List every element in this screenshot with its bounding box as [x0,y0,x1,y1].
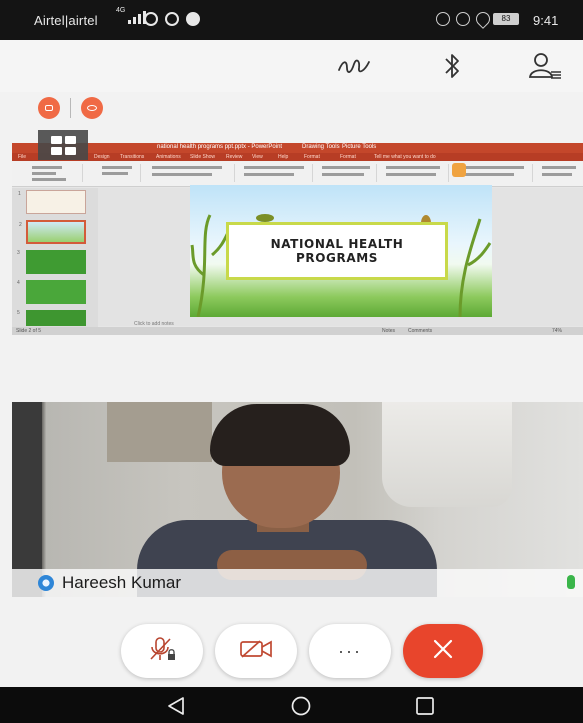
meeting-toolbar [0,40,583,92]
slide-thumbnails[interactable]: 1 2 3 4 5 [12,188,98,328]
nfc-icon [436,12,450,26]
ppt-status-bar: Slide 2 of 5 Notes Comments 74% [12,327,583,335]
annotate-icon[interactable] [336,50,372,82]
video-button[interactable] [215,624,297,678]
stop-share-icon[interactable] [38,97,60,119]
shared-screen[interactable]: national health programs ppt.pptx - Powe… [12,143,583,335]
back-icon[interactable] [165,696,187,721]
layout-grid-icon[interactable] [38,130,88,160]
presence-icon [38,575,54,591]
clock: 9:41 [533,13,559,28]
video-background [107,402,212,462]
chat-icon [186,12,200,26]
slide-title-banner: NATIONAL HEALTH PROGRAMS [226,222,448,280]
app-frame: Airtel|airtel 4G 83 9:41 national health… [0,0,583,723]
participants-icon[interactable] [526,50,562,82]
mute-mic-icon [147,636,177,667]
battery-indicator: 83 [493,13,519,25]
share-divider [70,98,71,118]
mic-active-icon [567,575,575,589]
more-icon: ··· [338,641,362,661]
slide-title: NATIONAL HEALTH PROGRAMS [270,237,404,265]
current-slide: NATIONAL HEALTH PROGRAMS [190,185,492,317]
ppt-ribbon [12,161,583,187]
location-icon [473,9,493,29]
end-call-icon [430,636,456,667]
call-controls: ··· [0,615,583,687]
video-background [382,402,512,507]
video-background [12,402,42,597]
pause-share-icon[interactable] [81,97,103,119]
system-nav-bar [0,687,583,723]
slide-canvas: NATIONAL HEALTH PROGRAMS [98,185,583,326]
video-camera-icon [239,638,273,665]
more-options-button[interactable]: ··· [309,624,391,678]
mute-button[interactable] [121,624,203,678]
participant-video[interactable] [12,402,583,597]
opera-icon [144,12,158,26]
end-call-button[interactable] [403,624,483,678]
slide-thumbnail[interactable]: 5 [17,310,86,326]
carrier-label: Airtel|airtel [34,13,98,28]
ppt-tabs: File Design Transitions Animations Slide Sho… [12,153,583,161]
bluetooth-icon[interactable] [434,50,470,82]
slide-thumbnail[interactable]: 4 [17,280,86,304]
home-icon[interactable] [289,696,313,721]
participant-name: Hareesh Kumar [62,573,182,592]
slide-thumbnail[interactable]: 2 [19,220,86,244]
status-bar: Airtel|airtel 4G 83 9:41 [0,0,583,40]
whatsapp-icon [165,12,179,26]
share-controls [38,97,103,119]
participant-hair [210,404,350,466]
slide-thumbnail[interactable]: 1 [18,190,86,214]
slide-thumbnail[interactable]: 3 [17,250,86,274]
alarm-icon [456,12,470,26]
participant-name-bar: Hareesh Kumar [12,569,583,597]
recents-icon[interactable] [414,696,436,721]
network-type: 4G [116,7,126,14]
ppt-title-bar: national health programs ppt.pptx - Powe… [12,143,583,153]
